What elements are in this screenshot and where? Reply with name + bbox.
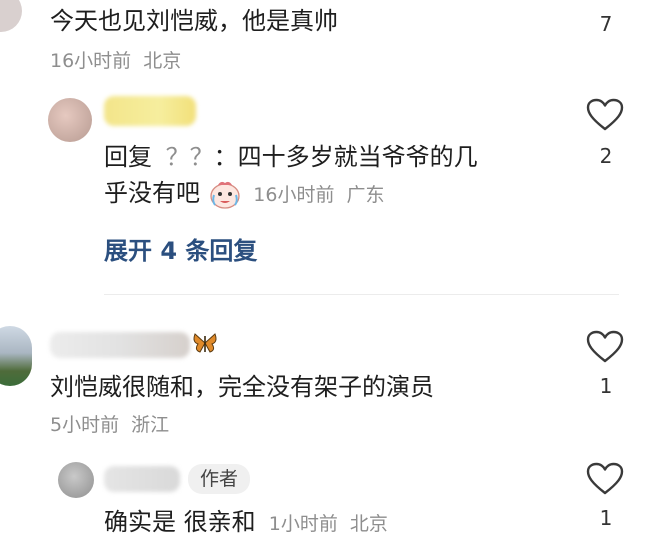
heart-icon[interactable] xyxy=(586,330,624,364)
crying-emoji-icon xyxy=(208,179,242,209)
reply-prefix: 回复 xyxy=(104,143,152,171)
heart-icon[interactable] xyxy=(586,98,624,132)
reply-to-user[interactable]: ？？ xyxy=(166,143,214,171)
reply-body-continued: 乎没有吧 xyxy=(104,179,200,207)
comment-text: 刘恺威很随和，完全没有架子的演员 xyxy=(50,373,434,401)
reply-row: 确实是 很亲和 1小时前 北京 xyxy=(104,507,388,537)
reply-text-line2: 乎没有吧 16小时前 广东 xyxy=(104,178,384,210)
butterfly-icon xyxy=(192,330,218,356)
username-blurred[interactable] xyxy=(50,332,190,358)
avatar[interactable] xyxy=(0,326,32,386)
like-count: 7 xyxy=(599,12,613,36)
comment-location: 浙江 xyxy=(131,414,170,436)
comment-time: 5小时前 xyxy=(50,414,120,436)
reply-location: 广东 xyxy=(346,184,385,206)
reply-time: 16小时前 xyxy=(253,184,335,206)
reply-body: ：四十多岁就当爷爷的几 xyxy=(213,143,478,171)
avatar[interactable] xyxy=(58,462,94,498)
comment-meta: 16小时前 北京 xyxy=(50,46,181,73)
reply-text: 回复 ？？：四十多岁就当爷爷的几 xyxy=(104,142,478,172)
username-blurred[interactable] xyxy=(104,96,196,126)
like-count: 2 xyxy=(599,144,613,168)
avatar[interactable] xyxy=(0,0,22,32)
comment-time: 16小时前 xyxy=(50,50,132,72)
comment-meta: 5小时前 浙江 xyxy=(50,410,169,437)
reply-time: 1小时前 xyxy=(268,513,338,535)
reply-location: 北京 xyxy=(349,513,388,535)
like-count: 1 xyxy=(599,374,613,398)
like-count: 1 xyxy=(599,506,613,530)
expand-replies-button[interactable]: 展开 4 条回复 xyxy=(104,231,257,266)
heart-icon[interactable] xyxy=(586,462,624,496)
divider xyxy=(104,294,619,295)
username-blurred[interactable] xyxy=(104,466,180,492)
author-badge: 作者 xyxy=(188,464,251,494)
reply-text: 确实是 很亲和 xyxy=(104,508,256,536)
avatar[interactable] xyxy=(48,98,92,142)
comment-text: 今天也见刘恺威，他是真帅 xyxy=(50,7,338,35)
comment-location: 北京 xyxy=(143,50,182,72)
